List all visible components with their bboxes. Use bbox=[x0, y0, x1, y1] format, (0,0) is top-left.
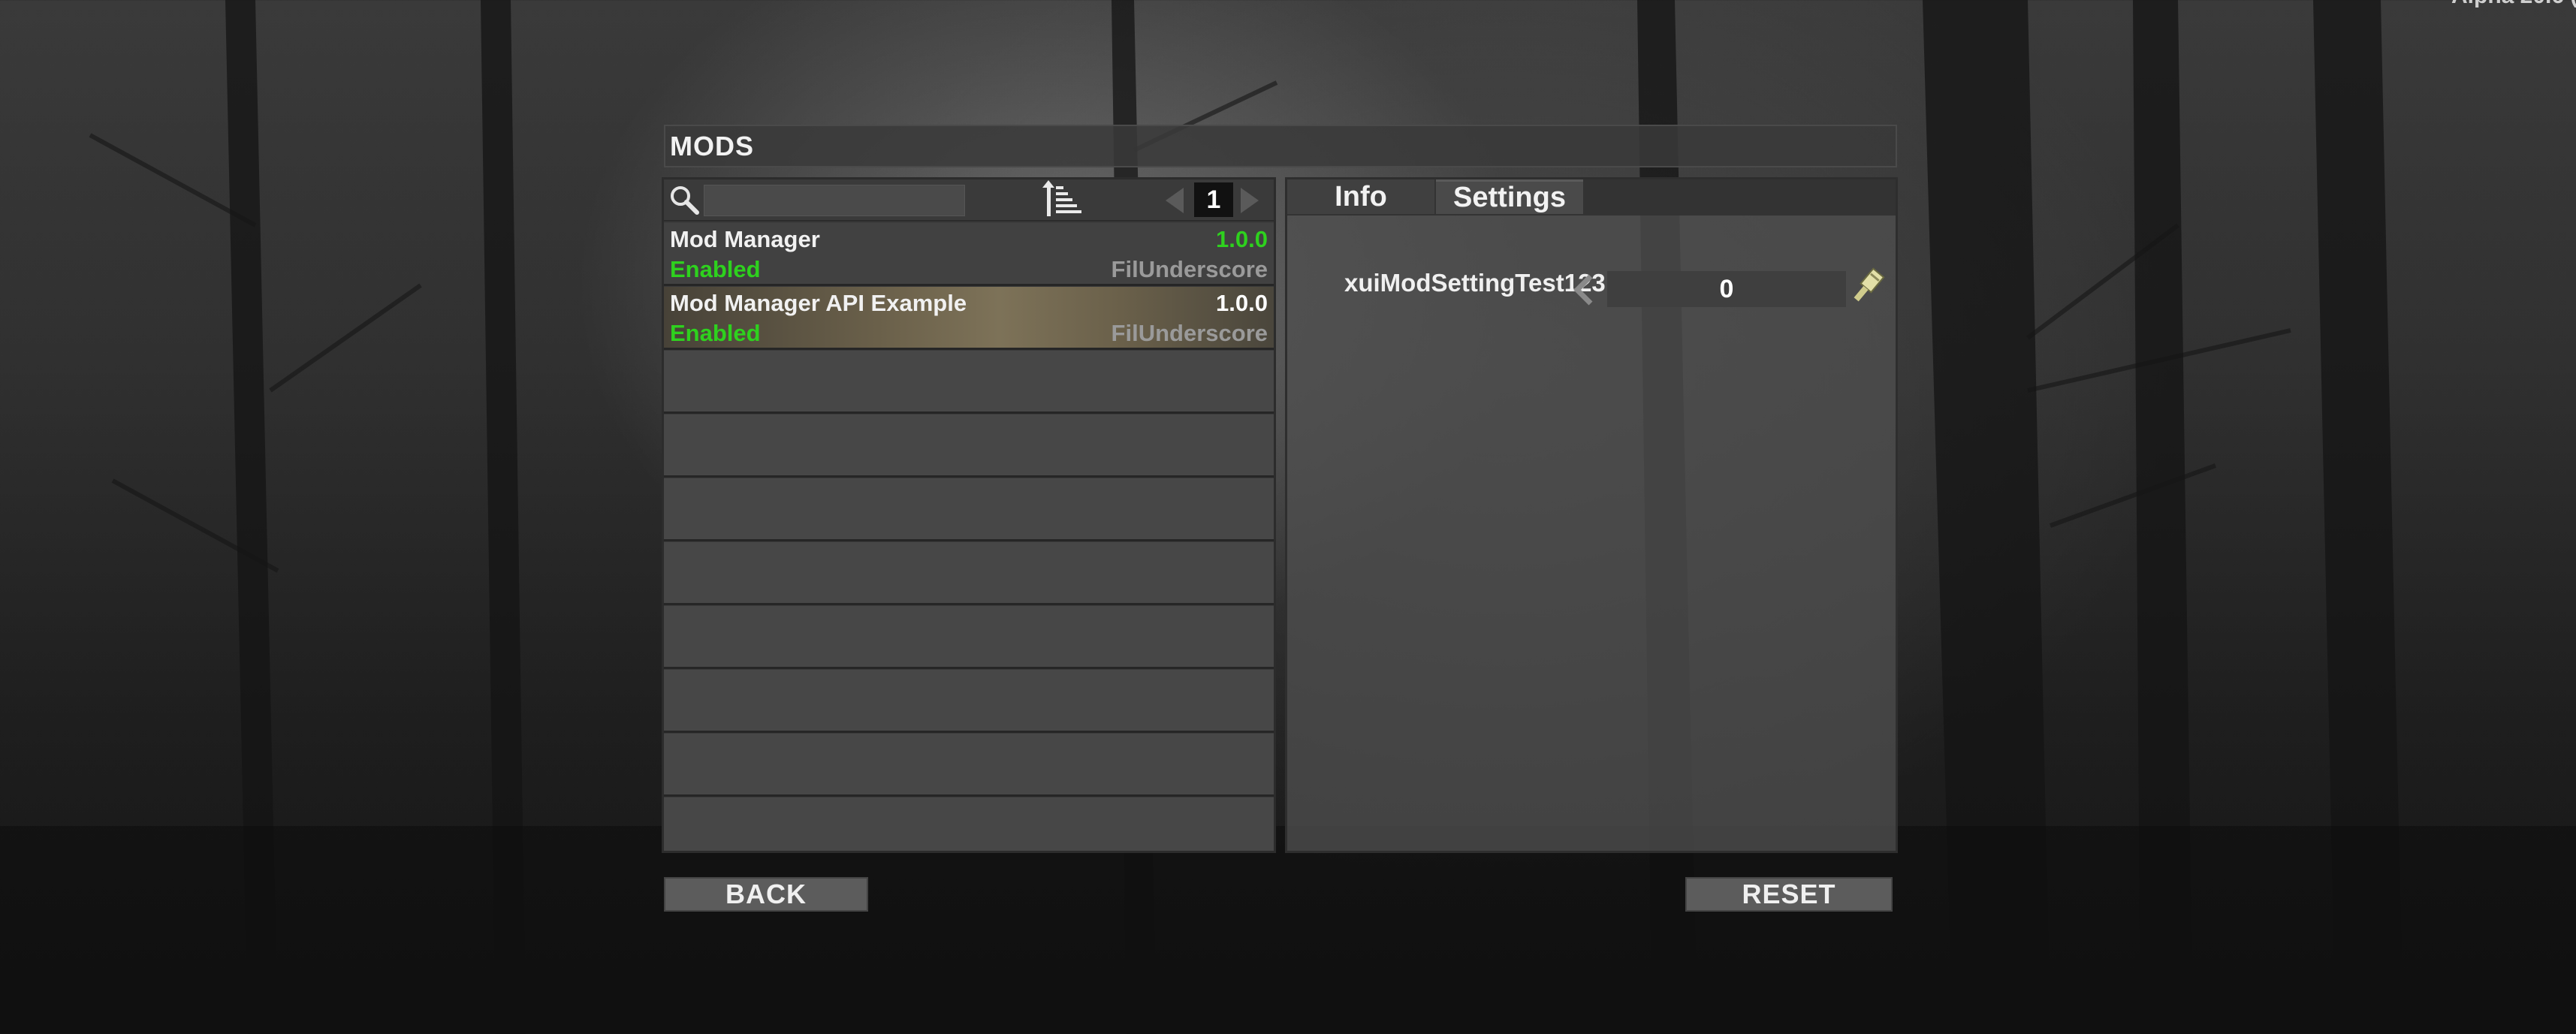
empty-row bbox=[664, 797, 1274, 851]
page-title: MODS bbox=[670, 130, 754, 161]
empty-row bbox=[664, 478, 1274, 541]
mod-status: Enabled bbox=[670, 320, 761, 346]
mod-author: FilUnderscore bbox=[1111, 320, 1268, 346]
mod-author: FilUnderscore bbox=[1111, 256, 1268, 282]
mod-status: Enabled bbox=[670, 256, 761, 282]
empty-row bbox=[664, 670, 1274, 733]
mod-row-api-example[interactable]: Mod Manager API Example 1.0.0 Enabled Fi… bbox=[664, 287, 1274, 350]
empty-row bbox=[664, 606, 1274, 669]
prev-page-icon[interactable] bbox=[1161, 185, 1188, 216]
search-input[interactable] bbox=[704, 185, 965, 216]
mod-version: 1.0.0 bbox=[1216, 226, 1268, 252]
mod-name: Mod Manager API Example bbox=[670, 290, 967, 316]
mod-row-mod-manager[interactable]: Mod Manager 1.0.0 Enabled FilUnderscore bbox=[664, 223, 1274, 286]
empty-row bbox=[664, 351, 1274, 414]
reset-setting-icon[interactable] bbox=[1849, 267, 1893, 311]
search-icon[interactable] bbox=[665, 182, 703, 219]
next-page-icon[interactable] bbox=[1236, 185, 1263, 216]
setting-label: xuiModSettingTest123 bbox=[1344, 269, 1606, 297]
empty-row bbox=[664, 734, 1274, 797]
empty-row bbox=[664, 542, 1274, 605]
back-button[interactable]: BACK bbox=[664, 877, 868, 912]
title-bar: MODS bbox=[664, 125, 1897, 167]
chevron-left-icon[interactable] bbox=[1571, 272, 1597, 308]
mod-name: Mod Manager bbox=[670, 226, 820, 252]
reset-button[interactable]: RESET bbox=[1685, 877, 1893, 912]
setting-value[interactable]: 0 bbox=[1607, 271, 1846, 307]
version-text: Alpha 20.6 (b2) bbox=[2451, 0, 2576, 9]
sort-icon[interactable] bbox=[1039, 177, 1084, 222]
tab-settings[interactable]: Settings bbox=[1436, 179, 1583, 214]
empty-row bbox=[664, 415, 1274, 478]
page-number: 1 bbox=[1194, 182, 1233, 217]
mod-version: 1.0.0 bbox=[1216, 290, 1268, 316]
tab-info[interactable]: Info bbox=[1287, 179, 1434, 214]
